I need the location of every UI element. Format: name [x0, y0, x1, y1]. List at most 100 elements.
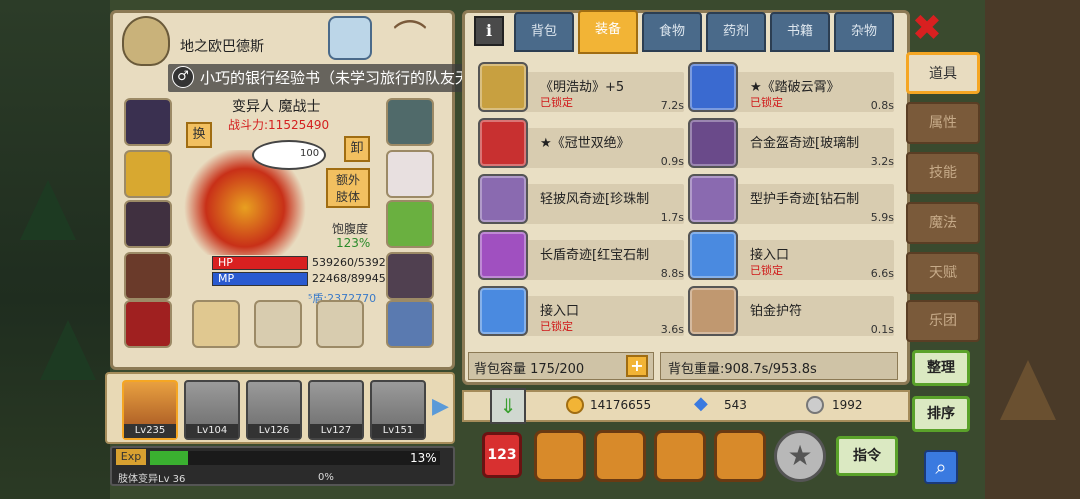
gold-amount: 14176655 — [590, 398, 652, 412]
male-icon: ♂ — [172, 66, 194, 88]
expand-bag-button[interactable]: + — [626, 355, 648, 377]
diamond-amount: 543 — [724, 398, 747, 412]
bag-item-icon — [688, 230, 738, 280]
shuriken-filter-button[interactable] — [654, 430, 706, 482]
side-tab-skills[interactable]: 技能 — [906, 152, 980, 194]
order-button[interactable]: 排序 — [912, 396, 970, 432]
bag-item-name: 型护手奇迹[钻石制 — [750, 192, 860, 207]
equip-slot-crest[interactable] — [386, 98, 434, 146]
equip-slot-belt[interactable] — [124, 252, 172, 300]
bag-item[interactable]: 合金盔奇迹[玻璃制 3.2s — [688, 118, 898, 168]
team-member-card[interactable]: Lv104 — [184, 380, 240, 440]
bag-item-name: 长盾奇迹[红宝石制 — [540, 248, 650, 263]
hero-emblem-icon — [122, 16, 170, 66]
equip-slot-helmet[interactable] — [124, 98, 172, 146]
mp-value: 22468/89945 — [312, 272, 386, 285]
team-member-level: Lv235 — [124, 424, 176, 438]
equip-slot-claw[interactable] — [386, 300, 434, 348]
equip-slot-armor[interactable] — [124, 200, 172, 248]
tab-potion[interactable]: 药剂 — [706, 12, 766, 52]
bag-item[interactable]: 接入口 已锁定 6.6s — [688, 230, 898, 280]
command-button[interactable]: 指令 — [836, 436, 898, 476]
bag-item-time: 3.2s — [870, 155, 894, 168]
equip-slot-glove[interactable] — [386, 150, 434, 198]
bag-item[interactable]: ★《冠世双绝》 0.9s — [478, 118, 688, 168]
bag-item[interactable]: 型护手奇迹[钻石制 5.9s — [688, 174, 898, 224]
team-member-card[interactable]: Lv151 — [370, 380, 426, 440]
equip-slot-weapon-1[interactable] — [192, 300, 240, 348]
tab-books[interactable]: 书籍 — [770, 12, 830, 52]
mp-label: MP — [218, 272, 235, 285]
sort-button[interactable]: 整理 — [912, 350, 970, 386]
info-icon[interactable]: i — [474, 16, 504, 46]
bag-item-icon — [688, 174, 738, 224]
download-icon[interactable]: ⇓ — [490, 388, 526, 424]
team-member-card[interactable]: Lv127 — [308, 380, 364, 440]
bag-item[interactable]: ★《踏破云霄》 已锁定 0.8s — [688, 62, 898, 112]
bag-item-name: ★《踏破云霄》 — [750, 80, 840, 95]
tab-equipment[interactable]: 装备 — [578, 10, 638, 54]
equip-slot-weapon-3[interactable] — [316, 300, 364, 348]
weapon-filter-button[interactable] — [534, 430, 586, 482]
tab-misc[interactable]: 杂物 — [834, 12, 894, 52]
swap-button[interactable]: 换 — [186, 122, 212, 148]
tree-decoration — [1000, 360, 1056, 420]
diamond-icon: ◆ — [694, 393, 708, 414]
glove-filter-button[interactable] — [594, 430, 646, 482]
bag-item[interactable]: 《明浩劫》+5 已锁定 7.2s — [478, 62, 688, 112]
star-filter-button[interactable]: ★ — [774, 430, 826, 482]
side-tab-attributes[interactable]: 属性 — [906, 102, 980, 144]
exp-fill — [150, 451, 188, 465]
bag-item-name: 接入口 — [540, 304, 580, 319]
equip-slot-weapon-2[interactable] — [254, 300, 302, 348]
map-background-left — [0, 0, 110, 499]
bag-item[interactable]: 长盾奇迹[红宝石制 8.8s — [478, 230, 688, 280]
bag-item[interactable]: 接入口 已锁定 3.6s — [478, 286, 688, 336]
side-tab-items[interactable]: 道具 — [906, 52, 980, 94]
side-tab-talent[interactable]: 天赋 — [906, 252, 980, 294]
bag-item[interactable]: 铂金护符 0.1s — [688, 286, 898, 336]
unequip-button[interactable]: 卸 — [344, 136, 370, 162]
bag-item-icon — [478, 174, 528, 224]
limb-mutation-percent: 0% — [318, 472, 334, 483]
bag-weight: 背包重量:908.7s/953.8s — [668, 362, 817, 377]
silver-coin-icon — [806, 396, 824, 414]
bag-item-icon — [688, 62, 738, 112]
bag-item[interactable]: 轻披风奇迹[珍珠制 1.7s — [478, 174, 688, 224]
bag-item-time: 5.9s — [870, 211, 894, 224]
equip-slot-boots[interactable] — [124, 300, 172, 348]
tab-food[interactable]: 食物 — [642, 12, 702, 52]
bag-item-lock: 已锁定 — [750, 96, 783, 109]
equip-slot-gauntlet[interactable] — [386, 252, 434, 300]
number-sort-button[interactable]: 123 — [482, 432, 522, 478]
search-icon[interactable]: ⌕ — [924, 450, 958, 484]
side-tab-magic[interactable]: 魔法 — [906, 202, 980, 244]
tree-decoration — [20, 180, 76, 240]
exp-label: Exp — [116, 449, 146, 465]
close-icon[interactable]: ✖ — [910, 11, 944, 47]
team-member-level: Lv126 — [248, 424, 300, 438]
bag-item-name: ★《冠世双绝》 — [540, 136, 630, 151]
side-tab-band[interactable]: 乐团 — [906, 300, 980, 342]
crystal-icon[interactable] — [328, 16, 372, 60]
bag-item-icon — [688, 118, 738, 168]
hanger-icon[interactable]: ⌒ — [380, 16, 440, 60]
tab-bag[interactable]: 背包 — [514, 12, 574, 52]
bag-item-name: 铂金护符 — [750, 304, 803, 319]
bag-item-name: 合金盔奇迹[玻璃制 — [750, 136, 860, 151]
team-member-card[interactable]: Lv126 — [246, 380, 302, 440]
equip-slot-amulet[interactable] — [124, 150, 172, 198]
equip-slot-ring[interactable] — [386, 200, 434, 248]
bubble-value: 100 — [300, 148, 320, 159]
bag-item-icon — [478, 62, 528, 112]
team-member-card[interactable]: Lv235 — [122, 380, 178, 440]
extra-limb-button[interactable]: 额外 肢体 — [326, 168, 370, 208]
team-next-arrow-icon[interactable]: ▶ — [432, 392, 450, 422]
hook-filter-button[interactable] — [714, 430, 766, 482]
tree-decoration — [40, 320, 96, 380]
bag-item-time: 6.6s — [870, 267, 894, 280]
bag-item-time: 3.6s — [660, 323, 684, 336]
bag-item-lock: 已锁定 — [750, 264, 783, 277]
bag-item-time: 0.1s — [870, 323, 894, 336]
bag-item-time: 0.8s — [870, 99, 894, 112]
